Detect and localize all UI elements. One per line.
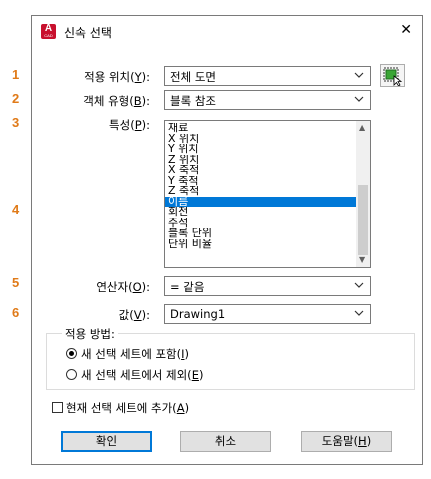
- select-objects-button[interactable]: [380, 64, 405, 87]
- append-hotkey: A: [176, 401, 185, 415]
- app-icon: A CAD: [41, 24, 56, 39]
- scroll-down-icon[interactable]: ▼: [359, 255, 365, 265]
- close-icon[interactable]: ✕: [400, 22, 412, 38]
- object-type-label: 객체 유형(B):: [83, 93, 150, 109]
- select-objects-icon: [383, 67, 403, 87]
- callout-number-5: 5: [12, 275, 20, 290]
- object-type-hotkey: B: [133, 94, 142, 108]
- operator-label-text: 연산자(: [96, 280, 133, 294]
- value-hotkey: V: [133, 308, 142, 322]
- callout-number-2: 2: [12, 91, 20, 106]
- property-list-item[interactable]: 회전: [165, 207, 356, 218]
- property-list-item[interactable]: 블록 단위: [165, 228, 356, 239]
- exclude-label-suffix: ): [198, 368, 204, 382]
- chevron-down-icon: [354, 282, 364, 288]
- property-list-item[interactable]: X 위치: [165, 134, 356, 145]
- properties-list[interactable]: 재료 X 위치 Y 위치 Z 위치 X 축척 Y 축척 Z 축척 이름 회전 주석 블록 단위 단위 …: [164, 120, 371, 268]
- value-label-text: 값(: [118, 308, 134, 322]
- operator-hotkey: O: [132, 280, 142, 294]
- operator-value: = 같음: [170, 280, 205, 294]
- help-label-suffix: ): [366, 434, 372, 448]
- object-type-select[interactable]: 블록 참조: [164, 90, 371, 110]
- help-label-text: 도움말(: [321, 434, 359, 448]
- append-label-suffix: ): [184, 401, 190, 415]
- include-radio[interactable]: [66, 348, 77, 359]
- apply-to-label-suffix: ):: [141, 70, 150, 84]
- operator-label: 연산자(O):: [96, 279, 150, 295]
- cancel-button[interactable]: 취소: [180, 431, 271, 452]
- property-list-item[interactable]: 주석: [165, 218, 356, 229]
- scroll-up-icon[interactable]: ▲: [359, 123, 365, 133]
- callout-number-1: 1: [12, 67, 20, 82]
- apply-method-title: 적용 방법:: [62, 326, 118, 342]
- property-list-item[interactable]: 재료: [165, 123, 356, 134]
- properties-hotkey: P: [134, 118, 142, 132]
- value-select[interactable]: Drawing1: [164, 304, 371, 324]
- apply-to-select[interactable]: 전체 도면: [164, 66, 371, 86]
- property-list-item[interactable]: X 축척: [165, 165, 356, 176]
- property-list-item[interactable]: Y 위치: [165, 144, 356, 155]
- value-value: Drawing1: [170, 307, 226, 321]
- operator-label-suffix: ):: [141, 280, 150, 294]
- properties-label-text: 특성(: [109, 118, 135, 132]
- exclude-radio[interactable]: [66, 369, 77, 380]
- properties-label-suffix: ):: [141, 118, 150, 132]
- include-radio-dot: [69, 351, 74, 356]
- apply-to-label: 적용 위치(Y):: [84, 69, 150, 85]
- object-type-value: 블록 참조: [170, 94, 216, 108]
- scroll-thumb[interactable]: [358, 185, 368, 255]
- ok-button[interactable]: 확인: [61, 431, 152, 452]
- dialog-title: 신속 선택: [64, 26, 112, 40]
- title-bar: A CAD 신속 선택 ✕: [32, 16, 422, 47]
- value-label: 값(V):: [119, 307, 150, 323]
- callout-number-4: 4: [12, 202, 20, 217]
- help-button[interactable]: 도움말(H): [301, 431, 392, 452]
- properties-scrollbar[interactable]: ▲ ▼: [356, 121, 370, 267]
- exclude-label-text: 새 선택 세트에서 제외(: [81, 368, 192, 382]
- include-label-suffix: ): [184, 347, 190, 361]
- property-list-item[interactable]: 이름: [165, 196, 356, 207]
- object-type-label-suffix: ):: [141, 94, 150, 108]
- include-radio-label[interactable]: 새 선택 세트에 포함(I): [81, 346, 189, 362]
- chevron-down-icon: [354, 96, 364, 102]
- property-list-item[interactable]: Z 위치: [165, 155, 356, 166]
- chevron-down-icon: [354, 310, 364, 316]
- apply-to-hotkey: Y: [134, 70, 142, 84]
- append-label-text: 현재 선택 세트에 추가(: [66, 401, 177, 415]
- include-label-text: 새 선택 세트에 포함(: [81, 347, 182, 361]
- exclude-hotkey: E: [191, 368, 199, 382]
- quick-select-dialog: A CAD 신속 선택 ✕ 적용 위치(Y): 전체 도면 객체 유형(B): …: [31, 15, 423, 465]
- append-checkbox[interactable]: [52, 402, 63, 413]
- chevron-down-icon: [354, 72, 364, 78]
- callout-number-3: 3: [12, 115, 20, 130]
- properties-items: 재료 X 위치 Y 위치 Z 위치 X 축척 Y 축척 Z 축척 이름 회전 주석 블록 단위 단위 …: [165, 123, 356, 249]
- callout-number-6: 6: [12, 305, 20, 320]
- object-type-label-text: 객체 유형(: [83, 94, 134, 108]
- apply-to-label-text: 적용 위치(: [84, 70, 135, 84]
- help-hotkey: H: [358, 434, 367, 448]
- property-list-item[interactable]: 단위 비율: [165, 239, 356, 250]
- apply-to-value: 전체 도면: [170, 70, 216, 84]
- exclude-radio-label[interactable]: 새 선택 세트에서 제외(E): [81, 367, 203, 383]
- append-checkbox-label[interactable]: 현재 선택 세트에 추가(A): [66, 400, 189, 416]
- value-label-suffix: ):: [141, 308, 150, 322]
- operator-select[interactable]: = 같음: [164, 276, 371, 296]
- property-list-item[interactable]: Z 축척: [165, 186, 356, 197]
- property-list-item[interactable]: Y 축척: [165, 176, 356, 187]
- properties-label: 특성(P):: [109, 117, 150, 133]
- app-icon-sub: CAD: [44, 33, 53, 38]
